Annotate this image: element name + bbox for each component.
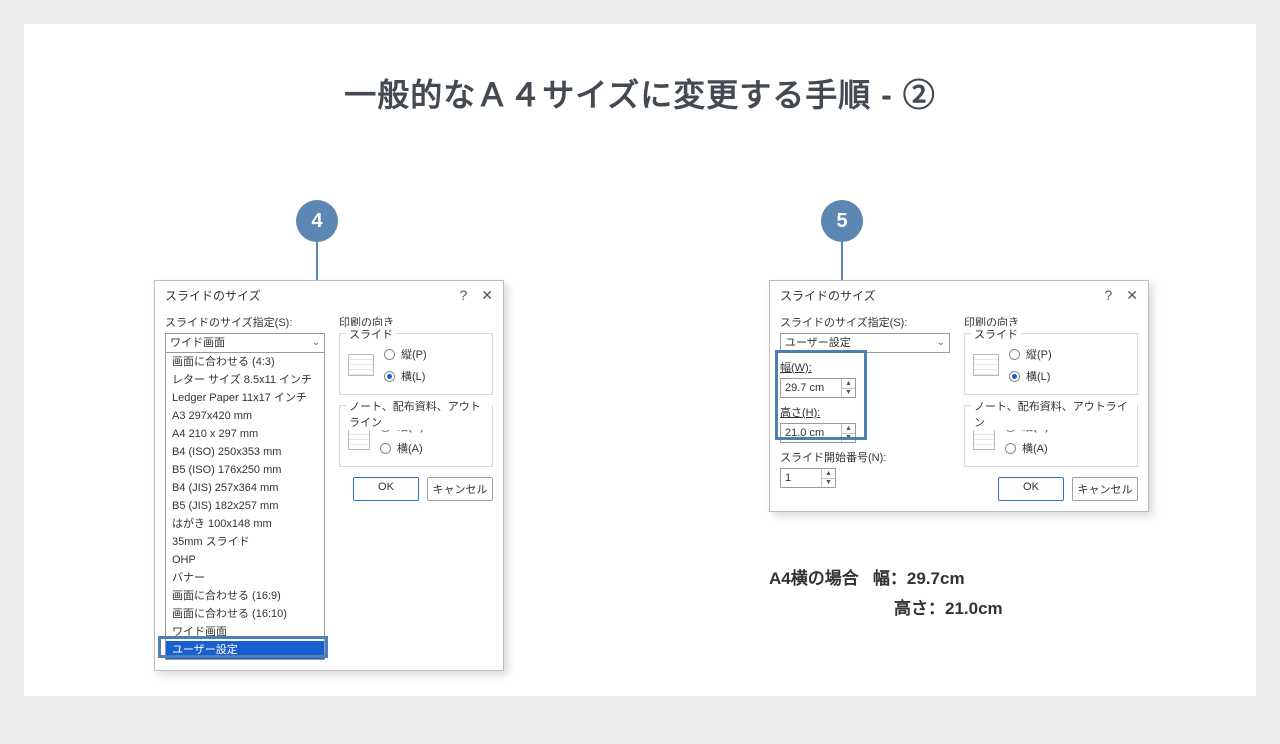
step-badge-5: 5 bbox=[821, 200, 863, 242]
spinner-icon[interactable]: ▲▼ bbox=[841, 424, 855, 442]
radio-landscape[interactable]: 横(L) bbox=[1009, 368, 1052, 384]
page-icon bbox=[973, 354, 999, 376]
height-label: 高さ(H): bbox=[780, 404, 950, 420]
size-spec-label: スライドのサイズ指定(S): bbox=[165, 314, 325, 330]
start-number-input[interactable]: 1 ▲▼ bbox=[780, 468, 836, 488]
list-item[interactable]: 画面に合わせる (4:3) bbox=[166, 353, 324, 371]
size-dropdown[interactable]: 画面に合わせる (4:3) レター サイズ 8.5x11 インチ Ledger … bbox=[165, 353, 325, 660]
cancel-button[interactable]: キャンセル bbox=[427, 477, 493, 501]
list-item[interactable]: ワイド画面 bbox=[166, 623, 324, 641]
chevron-down-icon: ⌄ bbox=[312, 334, 320, 352]
radio-portrait[interactable]: 縦(P) bbox=[1009, 346, 1052, 362]
list-item[interactable]: 画面に合わせる (16:9) bbox=[166, 587, 324, 605]
dialog-title-text: スライドのサイズ bbox=[165, 287, 261, 304]
caption-line1: A4横の場合 幅：29.7cm bbox=[769, 564, 965, 589]
dialog-slide-size-4: スライドのサイズ ? ✕ スライドのサイズ指定(S): ワイド画面 ⌄ 画面に合… bbox=[154, 280, 504, 671]
radio-notes-landscape[interactable]: 横(A) bbox=[1005, 440, 1049, 456]
radio-portrait[interactable]: 縦(P) bbox=[384, 346, 427, 362]
ok-button[interactable]: OK bbox=[998, 477, 1064, 501]
list-item[interactable]: B5 (ISO) 176x250 mm bbox=[166, 461, 324, 479]
slide-orient-group: スライド 縦(P) 横(L) bbox=[339, 333, 493, 395]
list-item[interactable]: A3 297x420 mm bbox=[166, 407, 324, 425]
notes-orient-group: ノート、配布資料、アウトライン 縦(O) 横(A) bbox=[339, 405, 493, 467]
list-item[interactable]: OHP bbox=[166, 551, 324, 569]
dialog-titlebar: スライドのサイズ ? ✕ bbox=[770, 281, 1148, 310]
ok-button[interactable]: OK bbox=[353, 477, 419, 501]
spinner-icon[interactable]: ▲▼ bbox=[841, 379, 855, 397]
notes-group-label: ノート、配布資料、アウトライン bbox=[971, 398, 1137, 430]
dialog-slide-size-5: スライドのサイズ ? ✕ スライドのサイズ指定(S): ユーザー設定 ⌄ 幅(W… bbox=[769, 280, 1149, 512]
radio-notes-landscape[interactable]: 横(A) bbox=[380, 440, 424, 456]
list-item[interactable]: Ledger Paper 11x17 インチ bbox=[166, 389, 324, 407]
start-number-label: スライド開始番号(N): bbox=[780, 449, 950, 465]
caption-line2: 高さ：21.0cm bbox=[894, 594, 1003, 619]
slide-container: 一般的なＡ４サイズに変更する手順 - ② 4 スライドのサイズ ? ✕ スライド… bbox=[24, 24, 1256, 696]
page-icon bbox=[348, 354, 374, 376]
dialog-title-text: スライドのサイズ bbox=[780, 287, 876, 304]
slide-group-label: スライド bbox=[346, 326, 396, 342]
slide-orient-group: スライド 縦(P) 横(L) bbox=[964, 333, 1138, 395]
width-label: 幅(W): bbox=[780, 359, 950, 375]
slide-group-label: スライド bbox=[971, 326, 1021, 342]
step-badge-4: 4 bbox=[296, 200, 338, 242]
list-item[interactable]: 画面に合わせる (16:10) bbox=[166, 605, 324, 623]
spinner-icon[interactable]: ▲▼ bbox=[821, 469, 835, 487]
list-item[interactable]: A4 210 x 297 mm bbox=[166, 425, 324, 443]
list-item[interactable]: はがき 100x148 mm bbox=[166, 515, 324, 533]
size-combo[interactable]: ユーザー設定 ⌄ bbox=[780, 333, 950, 353]
width-input[interactable]: 29.7 cm ▲▼ bbox=[780, 378, 856, 398]
help-icon[interactable]: ? bbox=[1104, 287, 1112, 304]
close-icon[interactable]: ✕ bbox=[481, 287, 493, 304]
list-item[interactable]: レター サイズ 8.5x11 インチ bbox=[166, 371, 324, 389]
size-spec-label: スライドのサイズ指定(S): bbox=[780, 314, 950, 330]
list-item[interactable]: B4 (JIS) 257x364 mm bbox=[166, 479, 324, 497]
notes-group-label: ノート、配布資料、アウトライン bbox=[346, 398, 492, 430]
size-combo[interactable]: ワイド画面 ⌄ bbox=[165, 333, 325, 353]
list-item[interactable]: 35mm スライド bbox=[166, 533, 324, 551]
list-item[interactable]: バナー bbox=[166, 569, 324, 587]
list-item[interactable]: B4 (ISO) 250x353 mm bbox=[166, 443, 324, 461]
page-title: 一般的なＡ４サイズに変更する手順 - ② bbox=[24, 24, 1256, 116]
chevron-down-icon: ⌄ bbox=[937, 334, 945, 352]
help-icon[interactable]: ? bbox=[459, 287, 467, 304]
notes-orient-group: ノート、配布資料、アウトライン 縦(O) 横(A) bbox=[964, 405, 1138, 467]
height-input[interactable]: 21.0 cm ▲▼ bbox=[780, 423, 856, 443]
list-item-user-setting[interactable]: ユーザー設定 bbox=[166, 641, 324, 659]
list-item[interactable]: B5 (JIS) 182x257 mm bbox=[166, 497, 324, 515]
close-icon[interactable]: ✕ bbox=[1126, 287, 1138, 304]
radio-landscape[interactable]: 横(L) bbox=[384, 368, 427, 384]
dialog-titlebar: スライドのサイズ ? ✕ bbox=[155, 281, 503, 310]
cancel-button[interactable]: キャンセル bbox=[1072, 477, 1138, 501]
